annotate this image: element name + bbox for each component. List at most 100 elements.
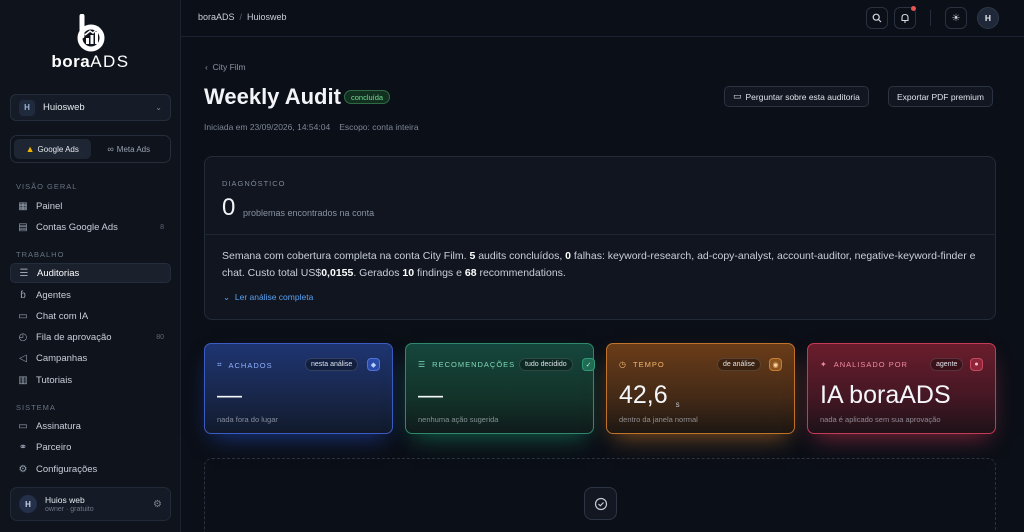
stat-subtext: nada fora do lugar	[217, 415, 278, 424]
sidebar-item-contas-google-ads[interactable]: ▤ Contas Google Ads 8	[10, 217, 171, 237]
breadcrumb-current[interactable]: Huiosweb	[247, 12, 287, 22]
check-circle-icon	[584, 487, 617, 520]
stat-value: IA boraADS	[820, 381, 951, 409]
export-pdf-button[interactable]: Exportar PDF premium	[888, 86, 993, 107]
platform-toggle: ▲ Google Ads ∞ Meta Ads	[10, 135, 171, 163]
audit-meta: Iniciada em 23/09/2026, 14:54:04 Escopo: …	[204, 122, 419, 132]
user-role: owner · gratuito	[45, 506, 94, 513]
user-card[interactable]: H Huios web owner · gratuito ⚙	[10, 487, 171, 521]
stat-pill: agente	[930, 358, 964, 371]
sparkle-icon: ✦	[820, 360, 828, 369]
sidebar-item-chat[interactable]: ▭ Chat com IA	[10, 306, 171, 326]
count-badge: 80	[156, 333, 164, 341]
sidebar-item-campanhas[interactable]: ◁ Campanhas	[10, 348, 171, 368]
stat-value: 42,6 s	[619, 381, 680, 409]
book-icon: ▥	[18, 374, 28, 386]
bell-icon	[901, 13, 909, 23]
timer-icon: ◷	[619, 360, 627, 369]
chevron-down-icon: ⌄	[223, 292, 231, 302]
chevron-left-icon: ‹	[205, 62, 208, 72]
stat-subtext: dentro da janela normal	[619, 415, 698, 424]
topbar: boraADS / Huiosweb ☀ H	[181, 0, 1024, 37]
sidebar-item-fila-aprovacao[interactable]: ◴ Fila de aprovação 80	[10, 327, 171, 347]
read-full-analysis-link[interactable]: ⌄ Ler análise completa	[223, 292, 313, 303]
diagnostic-count: 0	[222, 194, 236, 221]
breadcrumb: boraADS / Huiosweb	[198, 12, 287, 22]
sidebar: boraADS H Huiosweb ⌄ ▲ Google Ads ∞ Meta…	[0, 0, 181, 532]
agents-icon: ɓ	[20, 289, 26, 301]
stat-value: —	[418, 381, 443, 409]
stat-pill: tudo decidido	[519, 358, 573, 371]
card-icon: ▭	[18, 420, 28, 432]
stat-value: —	[217, 381, 242, 409]
breadcrumb-separator: /	[239, 12, 243, 22]
audit-start-time: Iniciada em 23/09/2026, 14:54:04	[204, 122, 331, 132]
status-badge: concluída	[344, 90, 391, 104]
list-icon: ☰	[418, 360, 427, 369]
breadcrumb-root[interactable]: boraADS	[198, 12, 235, 22]
nav-section-work: TRABALHO	[16, 250, 65, 259]
theme-toggle-button[interactable]: ☀	[945, 7, 967, 29]
brand-logo[interactable]: boraADS	[0, 14, 181, 74]
search-icon	[872, 13, 882, 23]
list-check-icon: ☰	[19, 267, 29, 279]
sun-icon: ☀	[951, 12, 961, 24]
diagnostic-card: DIAGNÓSTICO 0 problemas encontrados na c…	[204, 156, 996, 320]
chat-icon: ▭	[733, 91, 742, 101]
megaphone-icon: ◁	[19, 352, 27, 364]
user-avatar: H	[19, 495, 37, 513]
google-ads-icon: ▲	[25, 144, 35, 154]
sidebar-item-configuracoes[interactable]: ⚙ Configurações	[10, 459, 171, 479]
logo-mark-icon	[77, 14, 104, 52]
meta-icon: ∞	[107, 144, 114, 154]
stat-pill: nesta análise	[305, 358, 359, 371]
stat-pill: de análise	[717, 358, 761, 371]
empty-state	[204, 458, 996, 532]
brand-name: boraADS	[51, 52, 130, 71]
diagnostic-summary: Semana com cobertura completa na conta C…	[222, 250, 976, 279]
sidebar-item-painel[interactable]: ▦ Painel	[10, 196, 171, 216]
stat-card-recomendacoes: ☰ RECOMENDAÇÕES tudo decidido ✓ — nenhuma…	[405, 343, 595, 434]
bot-icon: ●	[970, 358, 983, 371]
sidebar-item-agentes[interactable]: ɓ Agentes	[10, 285, 171, 305]
stat-card-achados: ⌗ ACHADOS nesta análise ◆ — nada fora do …	[204, 343, 393, 434]
sidebar-item-tutoriais[interactable]: ▥ Tutoriais	[10, 370, 171, 390]
user-name: Huios web	[45, 495, 85, 505]
sidebar-item-assinatura[interactable]: ▭ Assinatura	[10, 416, 171, 436]
topbar-divider	[930, 10, 931, 26]
back-link[interactable]: ‹ City Film	[205, 62, 246, 72]
user-settings-icon[interactable]: ⚙	[153, 499, 162, 510]
account-avatar: H	[19, 99, 35, 116]
notifications-button[interactable]	[894, 6, 916, 29]
search-button[interactable]	[866, 7, 888, 29]
page-title: Weekly Audit	[204, 84, 341, 109]
ask-audit-button[interactable]: ▭ Perguntar sobre esta auditoria	[724, 86, 869, 107]
sidebar-item-auditorias[interactable]: ☰ Auditorias	[10, 263, 171, 283]
stat-card-tempo: ◷ TEMPO de análise ◉ 42,6 s dentro da jane…	[606, 343, 795, 434]
stat-subtext: nenhuma ação sugerida	[418, 415, 499, 424]
shield-icon: ◆	[367, 358, 380, 371]
audit-scope: Escopo: conta inteira	[339, 122, 419, 132]
divider	[205, 234, 995, 235]
approval-icon: ◴	[18, 331, 28, 343]
platform-meta-ads-button[interactable]: ∞ Meta Ads	[91, 139, 168, 159]
dashboard-icon: ▦	[18, 200, 28, 212]
account-selector[interactable]: H Huiosweb ⌄	[10, 94, 171, 121]
account-name: Huiosweb	[43, 102, 85, 113]
stat-card-analisado-por: ✦ ANALISADO POR agente ● IA boraADS nada …	[807, 343, 996, 434]
clock-icon: ◉	[769, 358, 782, 371]
scan-icon: ⌗	[217, 360, 223, 369]
chat-icon: ▭	[18, 310, 28, 322]
platform-google-ads-button[interactable]: ▲ Google Ads	[14, 139, 91, 159]
diagnostic-label: DIAGNÓSTICO	[222, 179, 286, 188]
stat-subtext: nada é aplicado sem sua aprovação	[820, 415, 941, 424]
check-icon: ✓	[582, 358, 595, 371]
count-badge: 8	[160, 223, 164, 231]
diagnostic-count-text: problemas encontrados na conta	[243, 208, 375, 218]
nav-section-overview: VISÃO GERAL	[16, 182, 78, 191]
sidebar-item-parceiro[interactable]: ⚭ Parceiro	[10, 437, 171, 457]
notification-dot	[911, 6, 916, 11]
nav-section-system: SISTEMA	[16, 403, 56, 412]
gear-icon: ⚙	[18, 463, 28, 475]
topbar-avatar[interactable]: H	[977, 7, 999, 29]
